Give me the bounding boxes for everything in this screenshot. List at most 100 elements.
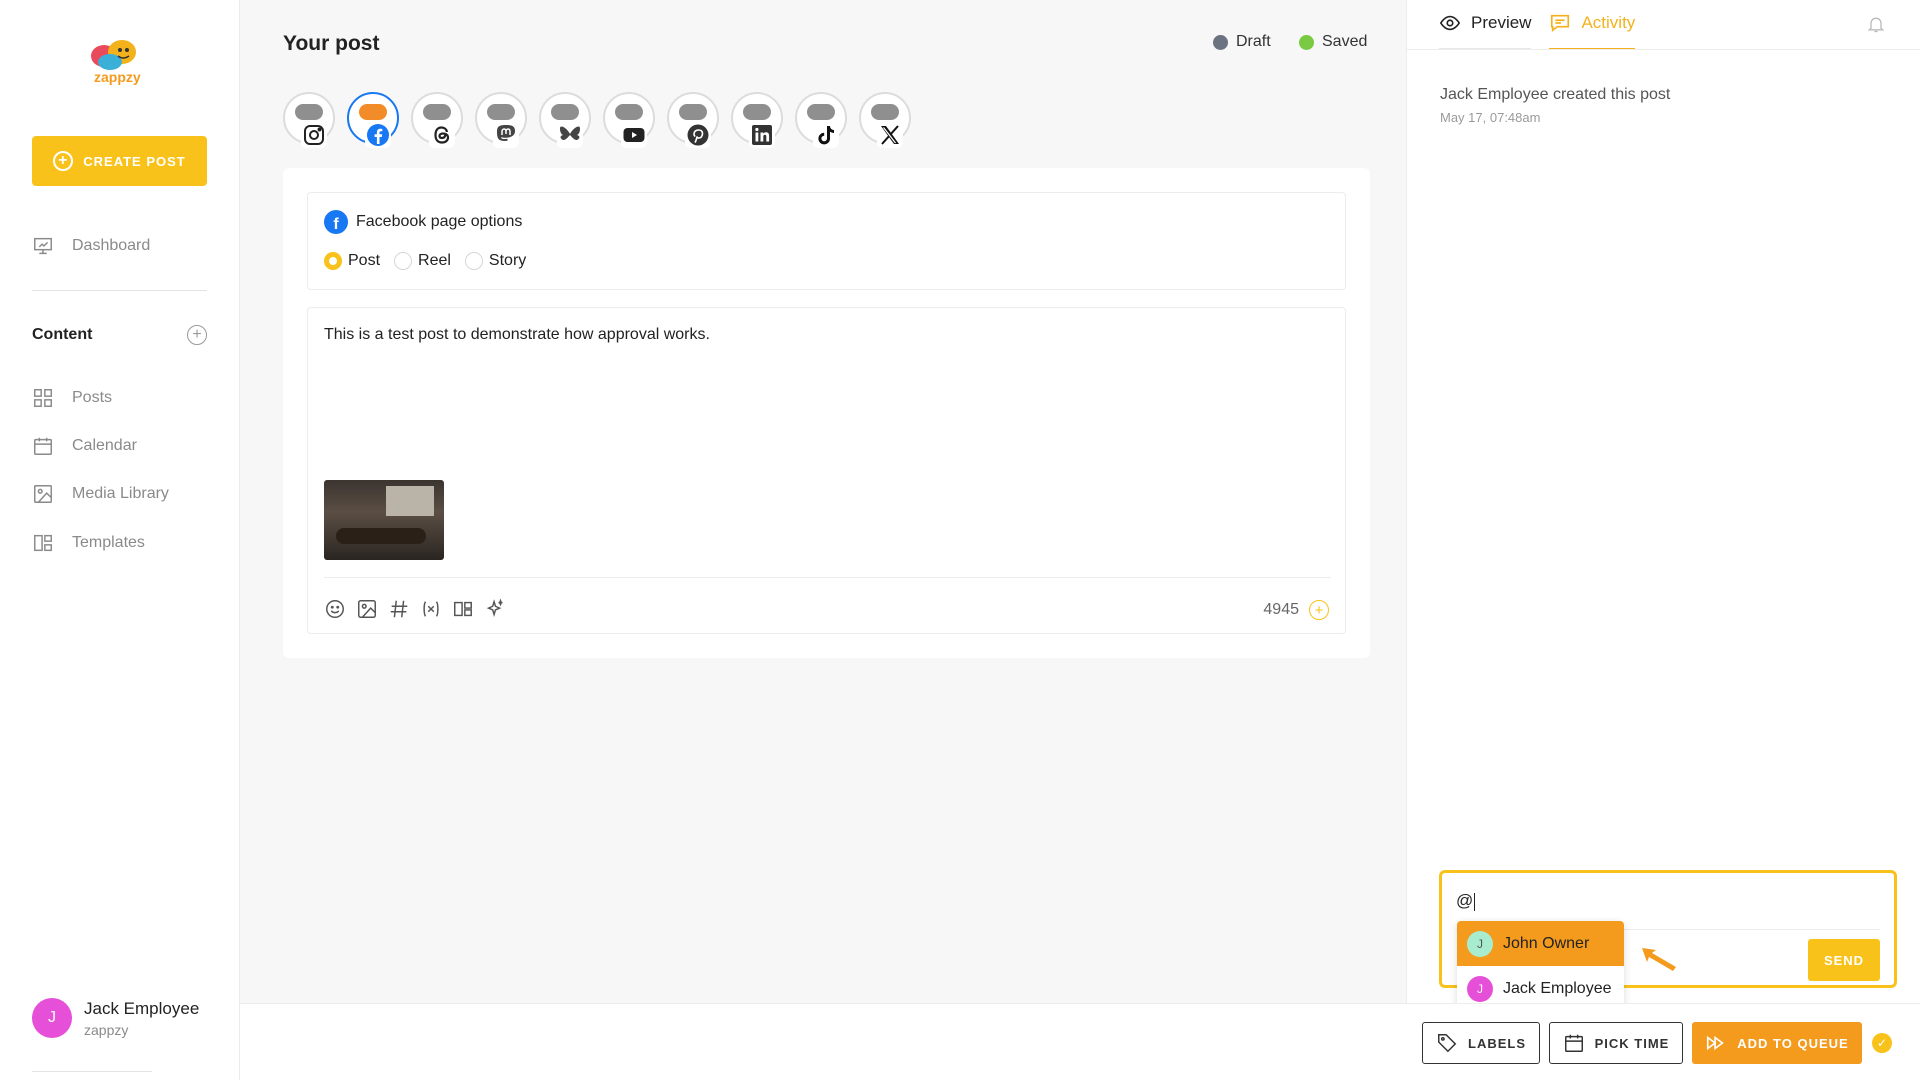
content-section-header: Content + — [32, 325, 207, 345]
sidebar-item-dashboard[interactable]: Dashboard — [32, 235, 150, 257]
draft-status: Draft — [1213, 33, 1271, 51]
account-avatar — [551, 104, 579, 120]
facebook-page-options: f Facebook page options Post Reel Story — [307, 192, 1346, 290]
divider — [1407, 49, 1920, 50]
post-text-editor[interactable]: This is a test post to demonstrate how a… — [307, 307, 1346, 634]
account-avatar — [295, 104, 323, 120]
account-mastodon[interactable] — [475, 92, 527, 148]
mention-name: Jack Employee — [1503, 979, 1612, 997]
youtube-icon — [623, 128, 645, 142]
image-icon[interactable] — [356, 598, 378, 620]
create-post-label: CREATE POST — [83, 153, 186, 169]
tab-preview[interactable]: Preview — [1439, 0, 1532, 50]
add-to-queue-button[interactable]: ADD TO QUEUE — [1692, 1022, 1862, 1064]
account-x[interactable] — [859, 92, 911, 148]
account-linkedin[interactable] — [731, 92, 783, 148]
status-label: Saved — [1322, 33, 1368, 50]
activity-entry-time: May 17, 07:48am — [1440, 110, 1541, 125]
template-icon[interactable] — [452, 598, 474, 620]
right-panel: Preview Activity Jack Employee created t… — [1406, 0, 1920, 1003]
radio-label: Reel — [418, 252, 451, 269]
radio-button[interactable] — [324, 252, 342, 270]
comment-input[interactable]: @ — [1456, 891, 1476, 911]
tab-activity[interactable]: Activity — [1549, 0, 1636, 50]
thumbnail-table — [336, 528, 426, 544]
create-post-button[interactable]: + CREATE POST — [32, 136, 207, 186]
logo-text: zappzy — [94, 69, 141, 85]
account-instagram[interactable] — [283, 92, 335, 148]
add-to-queue-label: ADD TO QUEUE — [1737, 1035, 1849, 1051]
calendar-icon — [1564, 1034, 1583, 1052]
bell-icon[interactable] — [1866, 14, 1886, 34]
plus-circle-icon: + — [53, 151, 74, 171]
account-avatar — [423, 104, 451, 120]
radio-story[interactable]: Story — [464, 252, 526, 270]
account-youtube[interactable] — [603, 92, 655, 148]
account-facebook[interactable] — [347, 92, 399, 148]
tag-icon — [1438, 1034, 1457, 1053]
send-button[interactable]: SEND — [1808, 939, 1880, 981]
account-pinterest[interactable] — [667, 92, 719, 148]
account-bluesky[interactable] — [539, 92, 591, 148]
pinterest-icon — [687, 124, 709, 146]
status-dot — [1213, 34, 1228, 50]
sidebar-item-label: Calendar — [72, 437, 137, 454]
bluesky-icon — [560, 126, 580, 141]
presentation-icon — [34, 237, 52, 255]
saved-status: Saved — [1299, 33, 1367, 51]
sidebar-item-posts[interactable]: Posts — [32, 387, 112, 409]
radio-button[interactable] — [394, 252, 413, 270]
facebook-options-title: f Facebook page options — [324, 210, 522, 234]
divider — [32, 290, 207, 291]
mention-option-john-owner[interactable]: J John Owner — [1457, 921, 1624, 966]
image-icon — [34, 485, 52, 503]
sidebar-item-label: Posts — [72, 389, 113, 406]
sidebar-item-templates[interactable]: Templates — [32, 532, 145, 554]
approval-check-icon[interactable]: ✓ — [1872, 1033, 1892, 1053]
facebook-icon: f — [324, 210, 348, 234]
zappzy-logo[interactable]: zappzy — [82, 38, 158, 88]
instagram-icon — [304, 125, 324, 145]
sidebar-item-calendar[interactable]: Calendar — [32, 435, 137, 457]
emoji-icon[interactable] — [324, 598, 346, 620]
calendar-icon — [34, 437, 52, 455]
avatar: J — [1467, 930, 1493, 957]
account-avatar — [743, 104, 771, 120]
thumbnail-window — [386, 486, 434, 516]
comment-value: @ — [1456, 891, 1474, 910]
add-icon[interactable]: + — [1309, 600, 1329, 620]
text-caret — [1474, 892, 1476, 911]
sidebar-item-media-library[interactable]: Media Library — [32, 483, 169, 505]
content-section-title: Content — [32, 326, 93, 343]
add-content-icon[interactable]: + — [187, 325, 207, 345]
eye-icon — [1439, 15, 1461, 31]
labels-button[interactable]: LABELS — [1422, 1022, 1540, 1064]
sidebar-item-label: Dashboard — [72, 237, 151, 254]
radio-reel[interactable]: Reel — [394, 252, 451, 270]
template-icon — [34, 534, 52, 552]
divider — [32, 1071, 152, 1072]
user-profile[interactable]: J Jack Employee zappzy — [32, 998, 199, 1038]
post-text[interactable]: This is a test post to demonstrate how a… — [324, 326, 710, 344]
labels-label: LABELS — [1468, 1035, 1526, 1051]
account-tiktok[interactable] — [795, 92, 847, 148]
pick-time-label: PICK TIME — [1594, 1035, 1670, 1051]
hashtag-icon[interactable] — [388, 598, 410, 620]
tab-label: Activity — [1581, 13, 1636, 32]
page-title: Your post — [283, 32, 380, 55]
radio-post[interactable]: Post — [324, 252, 380, 270]
account-threads[interactable] — [411, 92, 463, 148]
fast-forward-icon — [1707, 1035, 1725, 1051]
facebook-options-label: Facebook page options — [356, 213, 523, 230]
variable-icon[interactable] — [420, 598, 442, 620]
ai-sparkle-icon[interactable] — [484, 598, 506, 620]
pick-time-button[interactable]: PICK TIME — [1549, 1022, 1683, 1064]
arrow-pointer-icon — [1642, 948, 1676, 971]
editor-toolbar — [324, 598, 506, 620]
sidebar: zappzy + CREATE POST Dashboard Content +… — [0, 0, 240, 1080]
user-org: zappzy — [84, 1021, 129, 1038]
mastodon-icon — [497, 125, 515, 141]
radio-button[interactable] — [464, 252, 483, 270]
attached-media-thumbnail[interactable] — [324, 480, 444, 560]
tiktok-icon — [818, 126, 834, 145]
